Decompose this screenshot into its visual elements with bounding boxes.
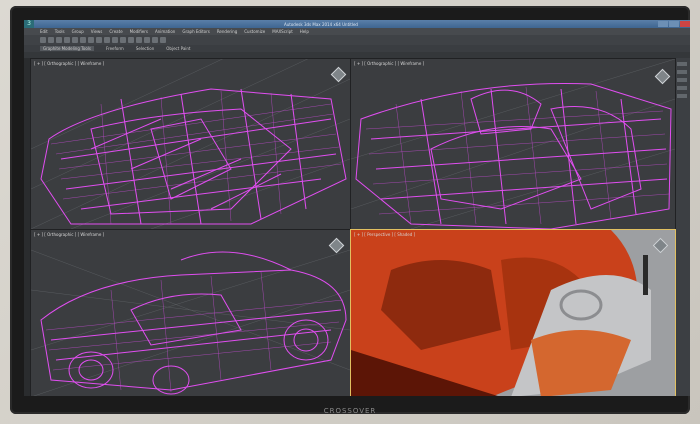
redo-icon[interactable]: [48, 37, 54, 43]
wireframe-car-interior: [351, 59, 675, 229]
select-region-icon[interactable]: [80, 37, 86, 43]
viewport-top-right[interactable]: [ + ] [ Orthographic ] [ Wireframe ]: [350, 58, 676, 230]
tab-freeform[interactable]: Freeform: [106, 46, 124, 51]
snap-icon[interactable]: [112, 37, 118, 43]
render-setup-icon[interactable]: [152, 37, 158, 43]
unlink-icon[interactable]: [64, 37, 70, 43]
display-tab-icon[interactable]: [677, 94, 687, 98]
menu-item[interactable]: Customize: [244, 29, 265, 34]
menu-bar: Edit Tools Group Views Create Modifiers …: [24, 28, 690, 35]
close-icon[interactable]: [680, 21, 690, 27]
tab-graphite-modeling[interactable]: Graphite Modeling Tools: [40, 46, 95, 51]
viewport-bottom-left[interactable]: [ + ] [ Orthographic ] [ Wireframe ]: [30, 229, 351, 396]
layer-icon[interactable]: [136, 37, 142, 43]
window-title: Autodesk 3ds Max 2014 x64 Untitled: [284, 21, 358, 27]
maximize-icon[interactable]: [669, 21, 679, 27]
tab-selection[interactable]: Selection: [136, 46, 154, 51]
menu-item[interactable]: Group: [72, 29, 84, 34]
wireframe-car-side: [31, 249, 350, 396]
scale-icon[interactable]: [104, 37, 110, 43]
monitor: 3 Autodesk 3ds Max 2014 x64 Untitled Edi…: [10, 6, 690, 415]
undo-icon[interactable]: [40, 37, 46, 43]
viewport-bottom-right[interactable]: [ + ] [ Perspective ] [ Shaded ]: [350, 229, 676, 396]
menu-item[interactable]: MAXScript: [272, 29, 293, 34]
link-icon[interactable]: [56, 37, 62, 43]
app-logo-icon[interactable]: 3: [24, 20, 34, 28]
menu-item[interactable]: Animation: [155, 29, 175, 34]
menu-item[interactable]: Modifiers: [130, 29, 148, 34]
viewport-label[interactable]: [ + ] [ Orthographic ] [ Wireframe ]: [34, 61, 104, 66]
wireframe-car-top: [31, 59, 350, 229]
material-editor-icon[interactable]: [144, 37, 150, 43]
move-icon[interactable]: [88, 37, 94, 43]
ribbon-tabs: Graphite Modeling Tools Freeform Selecti…: [24, 45, 690, 52]
create-tab-icon[interactable]: [677, 62, 687, 66]
menu-item[interactable]: Rendering: [217, 29, 237, 34]
minimize-icon[interactable]: [658, 21, 668, 27]
main-toolbar: [24, 35, 690, 45]
select-icon[interactable]: [72, 37, 78, 43]
menu-item[interactable]: Help: [300, 29, 309, 34]
modify-tab-icon[interactable]: [677, 70, 687, 74]
hierarchy-tab-icon[interactable]: [677, 78, 687, 82]
viewport-label[interactable]: [ + ] [ Perspective ] [ Shaded ]: [354, 232, 415, 237]
align-icon[interactable]: [128, 37, 134, 43]
menu-item[interactable]: Create: [109, 29, 122, 34]
tab-object-paint[interactable]: Object Paint: [166, 46, 190, 51]
monitor-brand: CROSSOVER: [323, 407, 377, 415]
viewport-label[interactable]: [ + ] [ Orthographic ] [ Wireframe ]: [354, 61, 424, 66]
title-bar: 3 Autodesk 3ds Max 2014 x64 Untitled: [24, 20, 690, 28]
menu-item[interactable]: Tools: [55, 29, 65, 34]
viewport-label[interactable]: [ + ] [ Orthographic ] [ Wireframe ]: [34, 232, 104, 237]
shaded-car-perspective: [351, 230, 675, 396]
screen: 3 Autodesk 3ds Max 2014 x64 Untitled Edi…: [24, 20, 690, 396]
render-icon[interactable]: [160, 37, 166, 43]
command-panel: [674, 58, 690, 396]
menu-item[interactable]: Views: [91, 29, 103, 34]
motion-tab-icon[interactable]: [677, 86, 687, 90]
menu-item[interactable]: Edit: [40, 29, 48, 34]
rotate-icon[interactable]: [96, 37, 102, 43]
mirror-icon[interactable]: [120, 37, 126, 43]
menu-item[interactable]: Graph Editors: [182, 29, 209, 34]
viewport-top-left[interactable]: [ + ] [ Orthographic ] [ Wireframe ]: [30, 58, 351, 230]
